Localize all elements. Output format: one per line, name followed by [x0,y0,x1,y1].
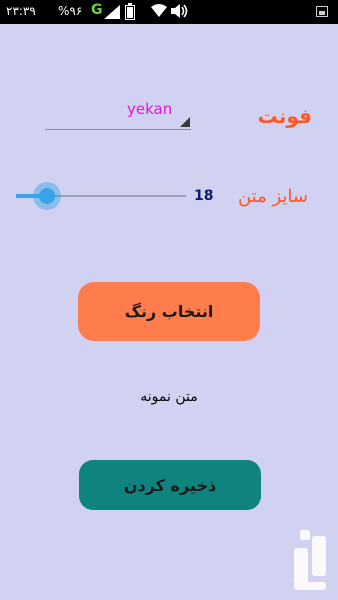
sample-text: متن نمونه [140,389,198,405]
wifi-icon [151,4,167,21]
network-type-icon: G [91,2,103,18]
save-button[interactable]: ذخیره کردن [79,460,261,510]
signal-icon [104,5,120,22]
status-battery-percent: %۹۶ [58,4,83,18]
choose-color-button[interactable]: انتخاب رنگ [78,282,260,341]
status-time: ۲۳:۳۹ [6,4,36,18]
image-icon [316,6,328,17]
text-size-slider[interactable] [16,176,186,216]
font-spinner-value: yekan [127,100,173,118]
text-size-value: 18 [194,188,214,204]
battery-icon [125,3,135,20]
text-size-label: سایز متن [237,186,308,207]
slider-thumb[interactable] [39,188,55,204]
volume-icon [171,3,189,23]
font-label: فونت [257,104,312,128]
font-spinner[interactable]: yekan [45,96,191,130]
app-watermark-logo [292,526,328,592]
status-bar: ۲۳:۳۹ %۹۶ G [0,0,338,24]
spinner-arrow-icon [180,117,190,127]
